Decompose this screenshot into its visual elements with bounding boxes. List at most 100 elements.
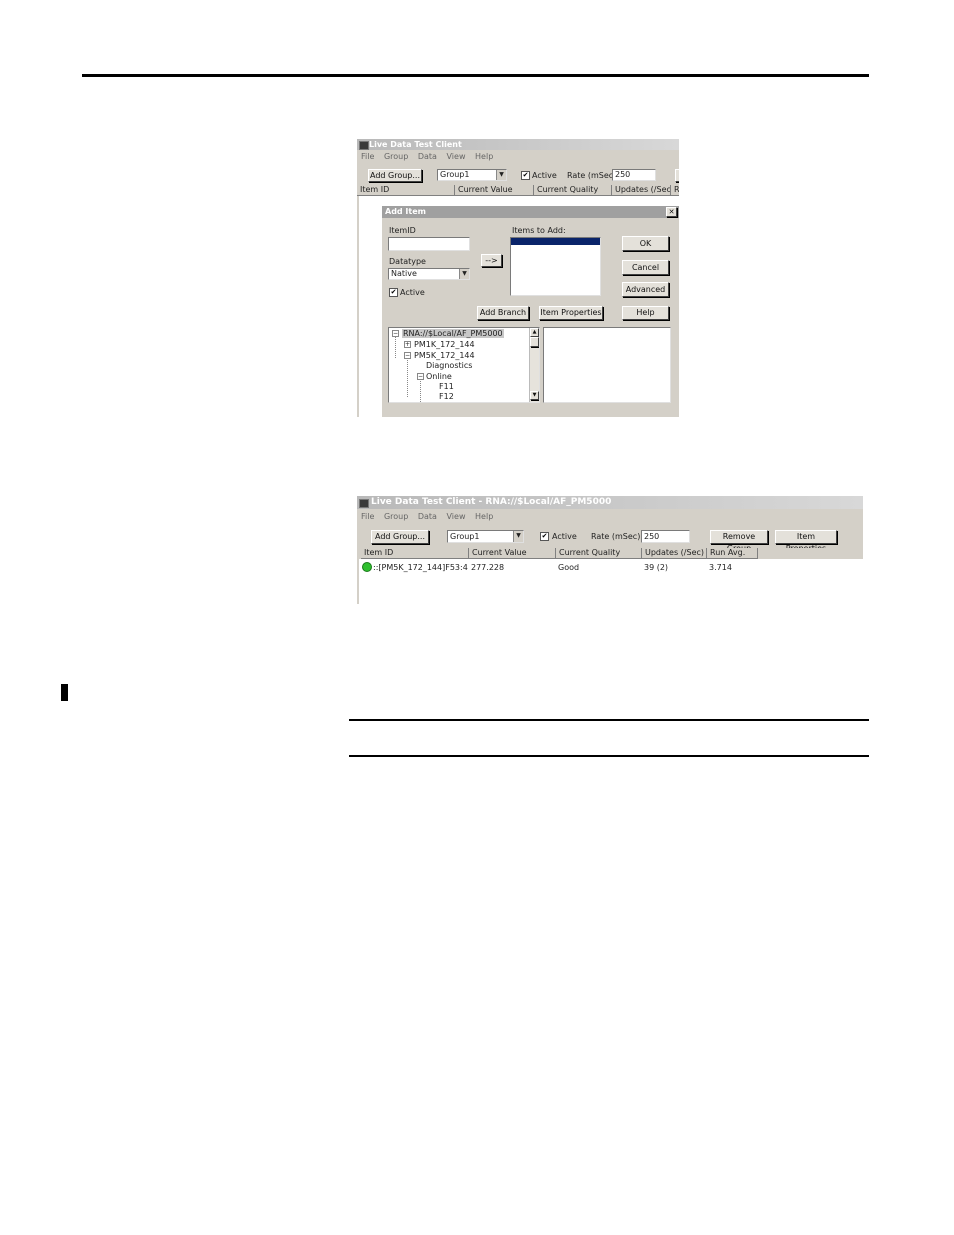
menu-bar: File Group Data View Help [357,152,679,162]
help-button[interactable]: Help [622,306,669,320]
col-current-value[interactable]: Current Value [455,185,534,196]
items-to-add-selected-row[interactable] [511,238,600,245]
active-checkbox[interactable]: ✔ [540,532,549,541]
tree-node-diagnostics[interactable]: Diagnostics [426,361,472,370]
tree-node-online[interactable]: Online [426,372,452,381]
menu-bar: File Group Data View Help [357,512,863,522]
tree-root[interactable]: RNA://$Local/AF_PM5000 [402,329,504,338]
group-select-value: Group1 [440,170,470,179]
browse-tree[interactable]: − RNA://$Local/AF_PM5000 + PM1K_172_144 … [388,327,540,403]
col-updates[interactable]: Updates (/Sec) [642,548,707,559]
rate-input[interactable]: 250 [612,169,656,181]
add-group-button[interactable]: Add Group... [368,169,422,182]
tree-guide-line [420,378,421,402]
row-item-id: ::[PM5K_172_144]F53:4 [373,563,468,572]
scroll-down-icon[interactable]: ▼ [530,391,539,400]
active-label: Active [552,532,577,541]
scroll-thumb[interactable] [530,337,539,347]
table-top-rule [349,719,869,721]
chevron-down-icon[interactable]: ▼ [459,269,469,279]
itemid-label: ItemID [389,226,416,235]
add-branch-button[interactable]: Add Branch [477,306,529,320]
menu-group[interactable]: Group [384,152,408,161]
menu-file[interactable]: File [361,152,374,161]
group-select[interactable]: Group1 ▼ [447,530,524,543]
window-title: Live Data Test Client [369,140,462,149]
tree-scrollbar[interactable]: ▲ ▼ [529,328,539,402]
app-icon [359,141,369,150]
items-to-add-label: Items to Add: [512,226,566,235]
menu-view[interactable]: View [447,512,466,521]
chevron-down-icon[interactable]: ▼ [496,170,506,180]
item-list[interactable]: ::[PM5K_172_144]F53:4 277.228 Good 39 (2… [359,559,863,604]
col-run-avg[interactable]: Run Avg. [707,548,758,559]
menu-data[interactable]: Data [418,512,437,521]
live-data-test-client-window-1: Live Data Test Client File Group Data Vi… [357,139,679,417]
scroll-up-icon[interactable]: ▲ [530,328,539,337]
window-title-bar: Live Data Test Client [357,139,679,150]
change-bar [61,684,68,701]
window-title: Live Data Test Client - RNA://$Local/AF_… [371,497,612,507]
add-item-dialog: Add Item ✕ ItemID Items to Add: --> Data… [381,205,679,417]
menu-file[interactable]: File [361,512,374,521]
col-item-id[interactable]: Item ID [361,548,469,559]
col-current-quality[interactable]: Current Quality [534,185,612,196]
menu-help[interactable]: Help [475,152,493,161]
dialog-active-checkbox[interactable]: ✔ [389,288,398,297]
item-properties-button[interactable]: Item Properties [539,306,603,320]
col-current-value[interactable]: Current Value [469,548,556,559]
expand-icon[interactable]: + [404,341,411,348]
active-checkbox[interactable]: ✔ [521,171,530,180]
ok-button[interactable]: OK [622,236,669,251]
row-updates: 39 (2) [644,563,669,572]
tree-leaf-f11[interactable]: F11 [439,382,454,391]
live-data-test-client-window-2: Live Data Test Client - RNA://$Local/AF_… [357,496,863,604]
cancel-button[interactable]: Cancel [622,260,669,275]
chevron-down-icon[interactable]: ▼ [513,531,523,542]
close-icon[interactable]: ✕ [666,207,677,217]
status-ok-icon [362,562,372,572]
table-row[interactable]: ::[PM5K_172_144]F53:4 277.228 Good 39 (2… [359,561,863,573]
col-r[interactable]: R [671,185,679,196]
tree-guide-line [407,357,408,397]
collapse-icon[interactable]: − [417,373,424,380]
tree-leaf-f12[interactable]: F12 [439,392,454,401]
collapse-icon[interactable]: − [404,352,411,359]
rate-input[interactable]: 250 [641,530,690,543]
table-bottom-rule [349,755,869,757]
col-updates[interactable]: Updates (/Sec) [612,185,671,196]
item-properties-pane [543,327,671,403]
col-item-id[interactable]: Item ID [357,185,455,196]
itemid-input[interactable] [388,237,470,251]
active-label: Active [532,171,557,180]
row-current-quality: Good [558,563,580,572]
group-select-value: Group1 [450,532,480,541]
datatype-select[interactable]: Native ▼ [388,268,470,280]
collapse-icon[interactable]: − [392,330,399,337]
row-current-value: 277.228 [471,563,505,572]
menu-help[interactable]: Help [475,512,493,521]
menu-group[interactable]: Group [384,512,408,521]
items-to-add-list[interactable] [510,237,601,296]
remove-group-button[interactable]: Remove Group [710,530,768,553]
add-arrow-button[interactable]: --> [481,254,502,267]
tree-node-pm1k[interactable]: PM1K_172_144 [414,340,475,349]
row-run-avg: 3.714 [709,563,732,572]
advanced-button[interactable]: Advanced [622,282,669,297]
dialog-title-bar: Add Item ✕ [382,206,679,218]
window-title-bar: Live Data Test Client - RNA://$Local/AF_… [357,496,863,509]
group-select[interactable]: Group1 ▼ [437,169,507,181]
menu-data[interactable]: Data [418,152,437,161]
add-group-button[interactable]: Add Group... [371,530,429,544]
item-list-header: Item ID Current Value Current Quality Up… [357,185,679,196]
header-rule [82,74,869,77]
tree-node-pm5k[interactable]: PM5K_172_144 [414,351,475,360]
item-properties-button[interactable]: Item Properties [775,530,837,553]
col-current-quality[interactable]: Current Quality [556,548,642,559]
item-list-header: Item ID Current Value Current Quality Up… [359,548,863,559]
rate-label: Rate (mSec) [591,532,641,541]
menu-view[interactable]: View [447,152,466,161]
toolbar-button-partial[interactable] [675,169,679,182]
tree-guide-line [395,336,396,358]
datatype-label: Datatype [389,257,426,266]
